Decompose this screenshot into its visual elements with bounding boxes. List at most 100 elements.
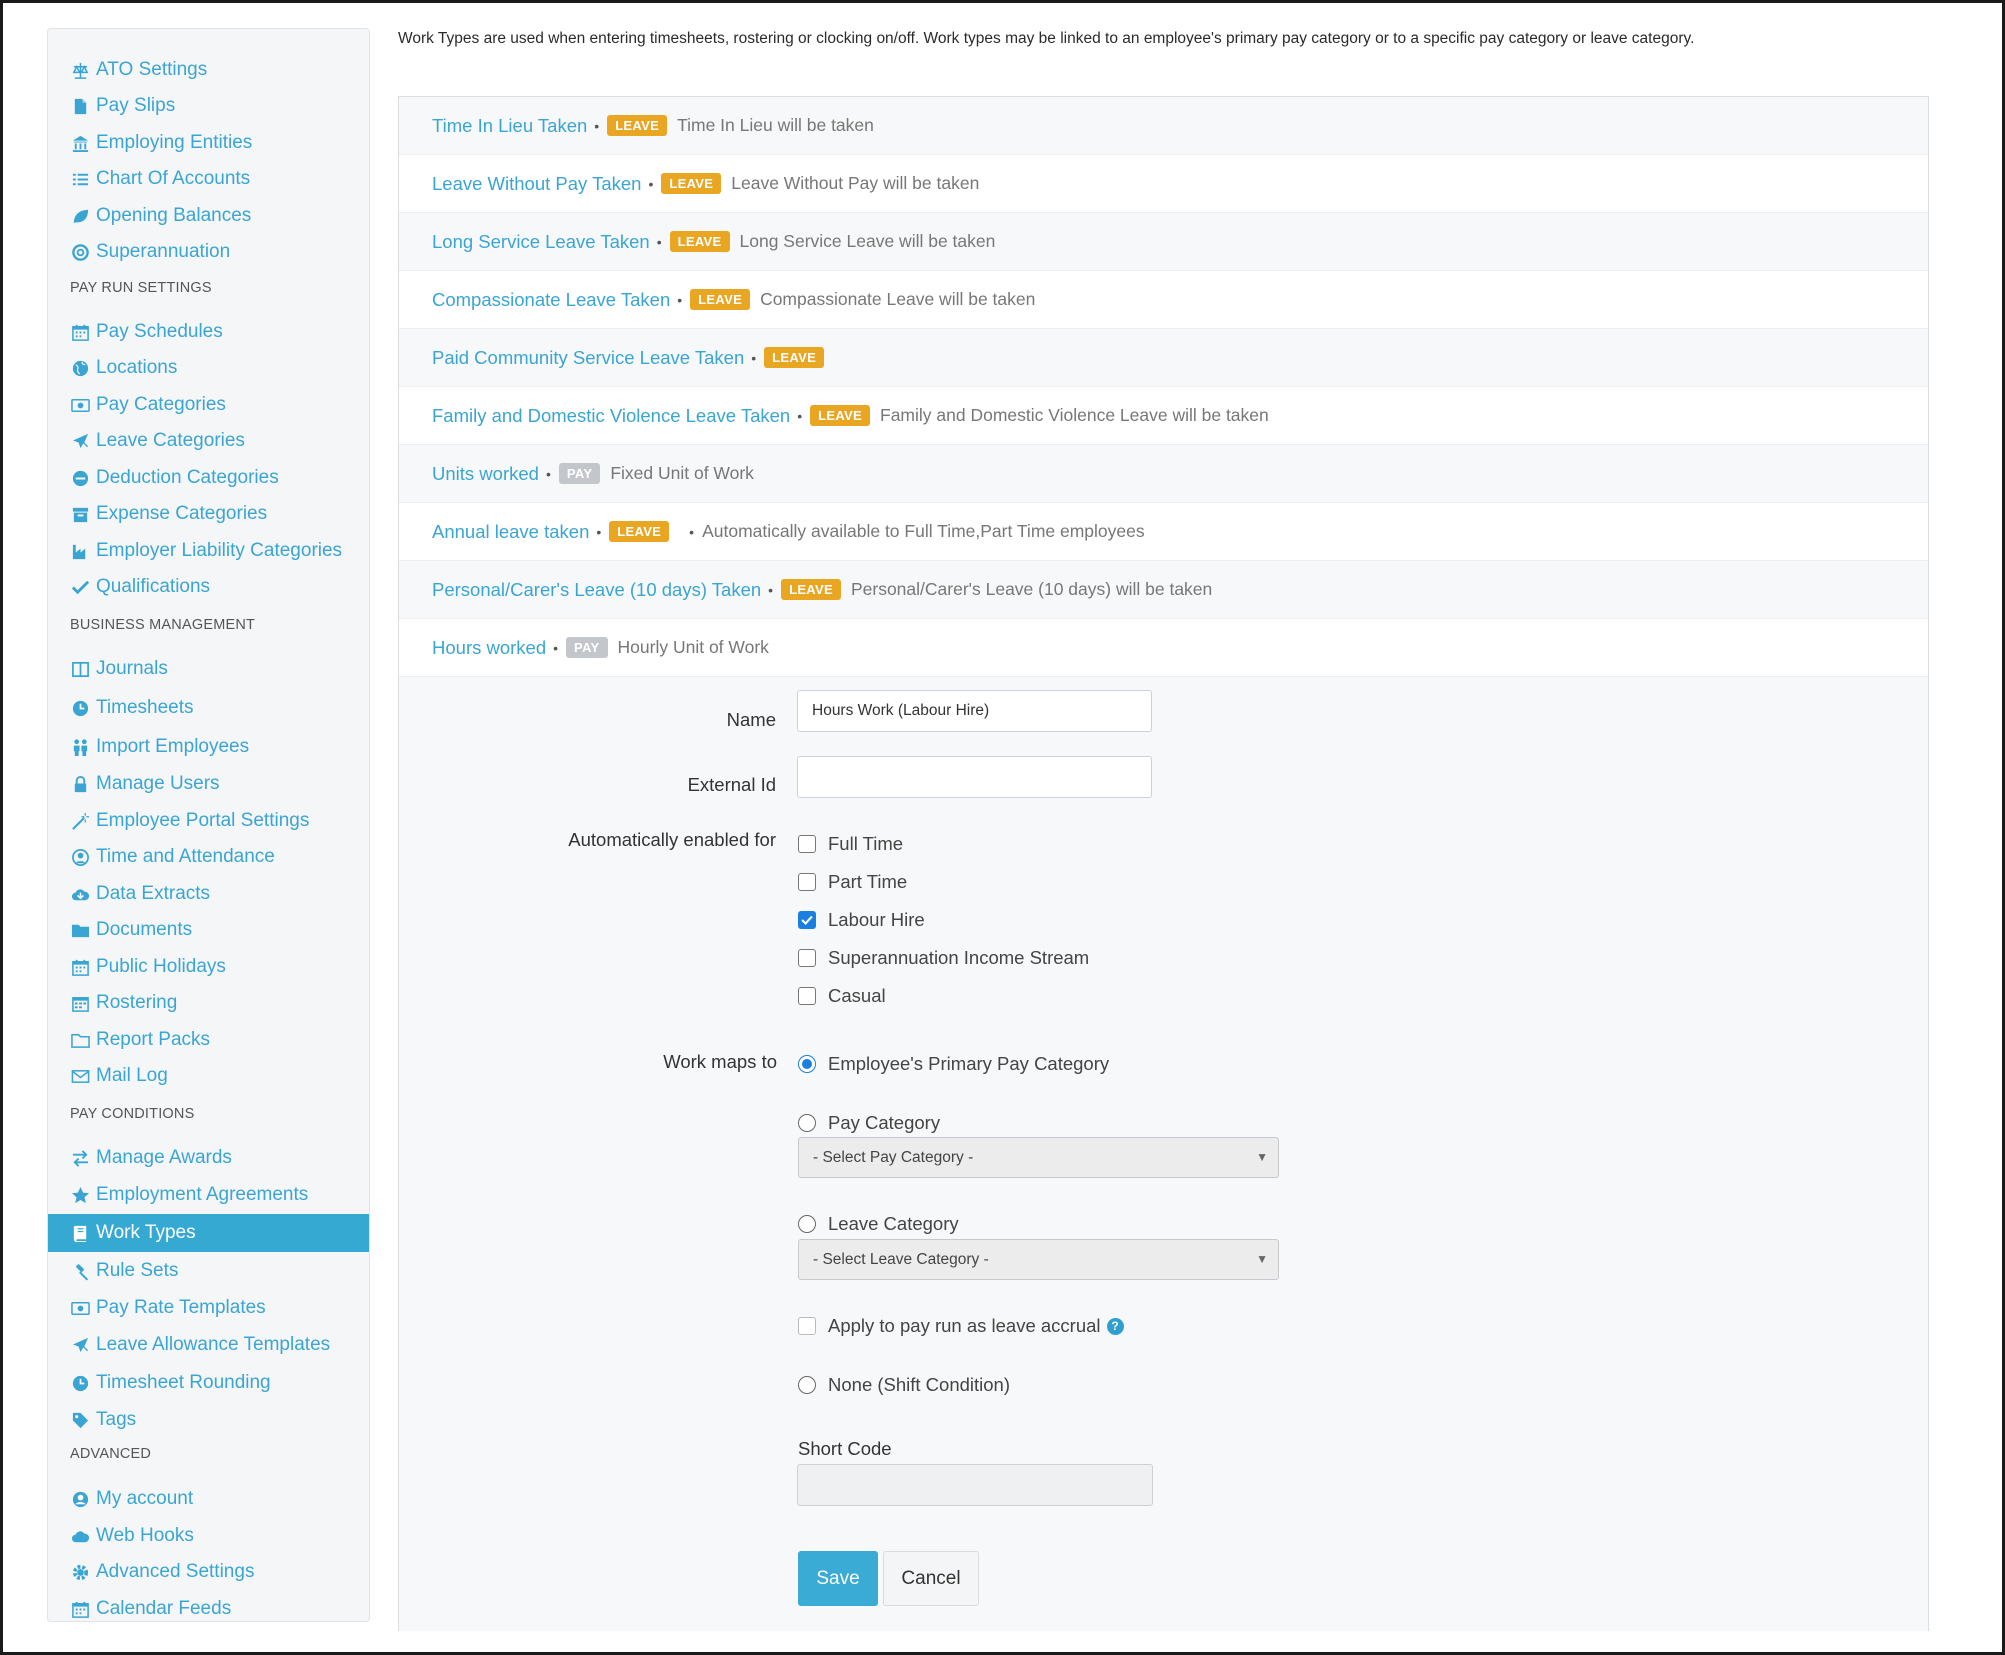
sidebar-item-work-types[interactable]: Work Types — [48, 1214, 369, 1252]
employment-type-superannuation-income-stream[interactable]: Superannuation Income Stream — [798, 947, 1089, 969]
sidebar-item-leave-categories[interactable]: Leave Categories — [48, 422, 369, 460]
help-icon[interactable]: ? — [1106, 1317, 1124, 1335]
sidebar-item-pay-slips[interactable]: Pay Slips — [48, 87, 369, 125]
sidebar-item-label: Employee Portal Settings — [96, 810, 310, 831]
work-type-link[interactable]: Personal/Carer's Leave (10 days) Taken — [432, 579, 761, 601]
sidebar-item-tags[interactable]: Tags — [48, 1401, 369, 1439]
sidebar-item-calendar-feeds[interactable]: Calendar Feeds — [48, 1590, 369, 1628]
leave-accrual-option[interactable]: Apply to pay run as leave accrual ? — [798, 1315, 1124, 1337]
work-type-link[interactable]: Units worked — [432, 463, 539, 485]
separator-dot: • — [545, 465, 551, 482]
sidebar-item-pay-schedules[interactable]: Pay Schedules — [48, 313, 369, 351]
work-type-link[interactable]: Hours worked — [432, 637, 546, 659]
map-primary-radio[interactable] — [798, 1055, 816, 1073]
work-type-link[interactable]: Time In Lieu Taken — [432, 115, 587, 137]
save-button[interactable]: Save — [798, 1551, 878, 1606]
employment-type-full-time[interactable]: Full Time — [798, 833, 903, 855]
map-none-radio[interactable] — [798, 1376, 816, 1394]
sidebar-item-advanced-settings[interactable]: Advanced Settings — [48, 1553, 369, 1591]
employment-type-checkbox[interactable] — [798, 987, 816, 1005]
envelope-icon — [70, 1066, 90, 1086]
map-pay-category-radio[interactable] — [798, 1114, 816, 1132]
sidebar-item-documents[interactable]: Documents — [48, 911, 369, 949]
gavel-icon — [70, 1261, 90, 1281]
employment-type-labour-hire[interactable]: Labour Hire — [798, 909, 925, 931]
name-input[interactable] — [797, 690, 1152, 732]
separator-dot: • — [648, 175, 654, 192]
sidebar-item-opening-balances[interactable]: Opening Balances — [48, 197, 369, 235]
work-type-row: Paid Community Service Leave Taken • LEAVE — [399, 329, 1928, 387]
work-type-link[interactable]: Paid Community Service Leave Taken — [432, 347, 744, 369]
sidebar-item-my-account[interactable]: My account — [48, 1480, 369, 1518]
calendar-icon — [70, 1599, 90, 1619]
map-leave-category-option[interactable]: Leave Category — [798, 1213, 959, 1235]
sidebar-item-employment-agreements[interactable]: Employment Agreements — [48, 1176, 369, 1214]
sidebar-item-report-packs[interactable]: Report Packs — [48, 1021, 369, 1059]
pay-category-select-value: - Select Pay Category - — [813, 1148, 974, 1166]
work-type-link[interactable]: Compassionate Leave Taken — [432, 289, 670, 311]
check-icon — [70, 577, 90, 597]
sidebar-item-pay-categories[interactable]: Pay Categories — [48, 386, 369, 424]
employment-type-checkbox[interactable] — [798, 835, 816, 853]
sidebar-item-manage-users[interactable]: Manage Users — [48, 765, 369, 803]
employment-type-part-time[interactable]: Part Time — [798, 871, 907, 893]
work-type-link[interactable]: Long Service Leave Taken — [432, 231, 650, 253]
map-pay-category-option[interactable]: Pay Category — [798, 1112, 940, 1134]
work-type-link[interactable]: Annual leave taken — [432, 521, 589, 543]
folder-open-icon — [70, 1030, 90, 1050]
sidebar-heading-pay-conditions: PAY CONDITIONS — [70, 1106, 195, 1122]
sidebar-item-employing-entities[interactable]: Employing Entities — [48, 124, 369, 162]
pay-category-select[interactable]: - Select Pay Category - ▼ — [798, 1137, 1279, 1178]
sidebar-item-import-employees[interactable]: Import Employees — [48, 728, 369, 766]
map-none-option[interactable]: None (Shift Condition) — [798, 1374, 1010, 1396]
work-type-badge: LEAVE — [669, 231, 730, 252]
sidebar-item-label: Tags — [96, 1409, 137, 1430]
sidebar-item-manage-awards[interactable]: Manage Awards — [48, 1139, 369, 1177]
work-type-row: Personal/Carer's Leave (10 days) Taken • L… — [399, 561, 1928, 619]
sidebar-item-chart-of-accounts[interactable]: Chart Of Accounts — [48, 160, 369, 198]
sidebar-item-time-and-attendance[interactable]: Time and Attendance — [48, 838, 369, 876]
external-id-input[interactable] — [797, 756, 1152, 798]
sidebar-item-journals[interactable]: Journals — [48, 650, 369, 688]
sidebar-item-timesheet-rounding[interactable]: Timesheet Rounding — [48, 1364, 369, 1402]
sidebar-item-mail-log[interactable]: Mail Log — [48, 1057, 369, 1095]
work-type-badge: LEAVE — [661, 173, 722, 194]
map-leave-category-radio[interactable] — [798, 1215, 816, 1233]
sidebar-item-rostering[interactable]: Rostering — [48, 984, 369, 1022]
sidebar-item-label: Leave Allowance Templates — [96, 1334, 331, 1355]
leave-accrual-checkbox[interactable] — [798, 1317, 816, 1335]
sidebar-item-data-extracts[interactable]: Data Extracts — [48, 875, 369, 913]
leave-category-select[interactable]: - Select Leave Category - ▼ — [798, 1239, 1279, 1280]
work-type-link[interactable]: Family and Domestic Violence Leave Taken — [432, 405, 790, 427]
employment-type-checkbox[interactable] — [798, 911, 816, 929]
bank-icon — [70, 133, 90, 153]
cancel-button[interactable]: Cancel — [883, 1551, 979, 1606]
short-code-input[interactable] — [797, 1464, 1153, 1506]
employment-type-casual[interactable]: Casual — [798, 985, 886, 1007]
sidebar-item-ato-settings[interactable]: ATO Settings — [48, 51, 369, 89]
sidebar-item-pay-rate-templates[interactable]: Pay Rate Templates — [48, 1289, 369, 1327]
sidebar-item-label: Report Packs — [96, 1029, 211, 1050]
map-primary-option[interactable]: Employee's Primary Pay Category — [798, 1053, 1109, 1075]
separator-dot: • — [594, 117, 600, 134]
work-type-link[interactable]: Leave Without Pay Taken — [432, 173, 641, 195]
sidebar-item-employee-portal-settings[interactable]: Employee Portal Settings — [48, 802, 369, 840]
sidebar-item-superannuation[interactable]: Superannuation — [48, 233, 369, 271]
sidebar-item-label: Rule Sets — [96, 1260, 179, 1281]
sidebar-item-web-hooks[interactable]: Web Hooks — [48, 1517, 369, 1555]
map-pay-category-label: Pay Category — [828, 1112, 941, 1133]
sidebar-item-leave-allowance-templates[interactable]: Leave Allowance Templates — [48, 1326, 369, 1364]
sidebar-item-public-holidays[interactable]: Public Holidays — [48, 948, 369, 986]
balance-scale-icon — [70, 60, 90, 80]
sidebar-item-deduction-categories[interactable]: Deduction Categories — [48, 459, 369, 497]
sidebar-item-employer-liability-categories[interactable]: Employer Liability Categories — [48, 532, 369, 570]
employment-type-checkbox[interactable] — [798, 873, 816, 891]
sidebar-item-label: Employer Liability Categories — [96, 540, 343, 561]
employment-type-checkbox[interactable] — [798, 949, 816, 967]
sidebar-item-qualifications[interactable]: Qualifications — [48, 568, 369, 606]
sidebar-item-rule-sets[interactable]: Rule Sets — [48, 1252, 369, 1290]
sidebar-item-locations[interactable]: Locations — [48, 349, 369, 387]
sidebar-item-timesheets[interactable]: Timesheets — [48, 689, 369, 727]
sidebar-item-expense-categories[interactable]: Expense Categories — [48, 495, 369, 533]
sidebar-item-label: Superannuation — [96, 241, 231, 262]
